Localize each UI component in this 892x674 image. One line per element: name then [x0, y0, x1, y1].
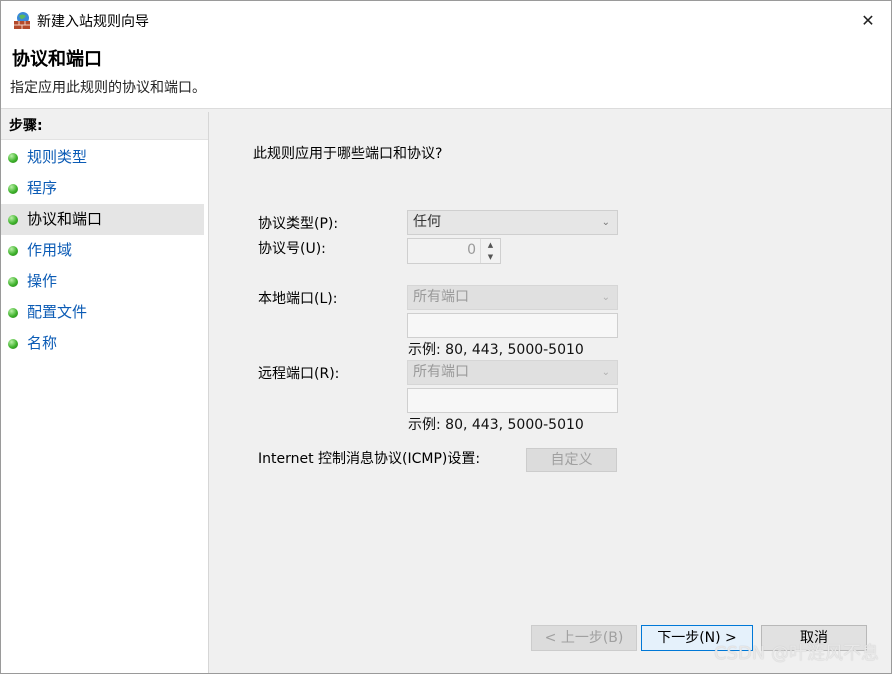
- chevron-down-icon[interactable]: ▼: [481, 251, 500, 263]
- local-port-example: 示例: 80, 443, 5000-5010: [408, 342, 584, 358]
- remote-port-label: 远程端口(R):: [258, 366, 340, 382]
- firewall-icon: [12, 10, 32, 30]
- remote-port-select[interactable]: 所有端口 ⌄: [407, 360, 618, 385]
- chevron-up-icon[interactable]: ▲: [481, 239, 500, 251]
- remote-port-example: 示例: 80, 443, 5000-5010: [408, 417, 584, 433]
- step-rule-type[interactable]: 规则类型: [1, 142, 204, 173]
- back-button[interactable]: < 上一步(B): [531, 625, 637, 651]
- protocol-number-value: 0: [467, 242, 476, 258]
- step-name[interactable]: 名称: [1, 328, 204, 359]
- protocol-type-select[interactable]: 任何 ⌄: [407, 210, 618, 235]
- icmp-settings-label: Internet 控制消息协议(ICMP)设置:: [258, 451, 481, 467]
- local-port-label: 本地端口(L):: [258, 291, 338, 307]
- protocol-number-stepper[interactable]: 0 ▲ ▼: [407, 238, 501, 264]
- step-protocol-and-ports[interactable]: 协议和端口: [1, 204, 204, 235]
- step-label: 操作: [27, 272, 58, 290]
- steps-title: 步骤:: [1, 112, 208, 140]
- step-label: 名称: [27, 334, 58, 352]
- step-label: 规则类型: [27, 148, 88, 166]
- title-bar: 新建入站规则向导 ✕: [1, 1, 891, 39]
- step-label: 作用域: [27, 241, 73, 259]
- stepper-arrows[interactable]: ▲ ▼: [480, 239, 500, 263]
- status-dot-icon: [8, 339, 18, 349]
- step-action[interactable]: 操作: [1, 266, 204, 297]
- status-dot-icon: [8, 184, 18, 194]
- remote-port-input[interactable]: [407, 388, 618, 413]
- wizard-window: 新建入站规则向导 ✕ 协议和端口 指定应用此规则的协议和端口。 步骤: 规则类型…: [0, 0, 892, 674]
- local-port-value: 所有端口: [413, 289, 469, 305]
- step-program[interactable]: 程序: [1, 173, 204, 204]
- icmp-customize-button[interactable]: 自定义: [526, 448, 617, 472]
- status-dot-icon: [8, 308, 18, 318]
- close-icon: ✕: [861, 10, 875, 30]
- step-label: 协议和端口: [27, 210, 103, 228]
- local-port-input[interactable]: [407, 313, 618, 338]
- remote-port-value: 所有端口: [413, 364, 469, 380]
- close-button[interactable]: ✕: [845, 1, 891, 39]
- step-label: 配置文件: [27, 303, 88, 321]
- page-header: 协议和端口 指定应用此规则的协议和端口。: [1, 39, 891, 109]
- window-title: 新建入站规则向导: [37, 14, 149, 30]
- local-port-select[interactable]: 所有端口 ⌄: [407, 285, 618, 310]
- status-dot-icon: [8, 153, 18, 163]
- page-title: 协议和端口: [12, 49, 102, 70]
- protocol-number-label: 协议号(U):: [258, 241, 326, 257]
- steps-sidebar: 步骤: 规则类型 程序 协议和端口 作用域 操作 配置文件 名称: [1, 112, 209, 673]
- watermark-text: CSDN @叶涟风不息: [713, 643, 879, 664]
- chevron-down-icon: ⌄: [601, 292, 610, 303]
- step-scope[interactable]: 作用域: [1, 235, 204, 266]
- main-content: 此规则应用于哪些端口和协议? 协议类型(P): 任何 ⌄ 协议号(U): 0 ▲…: [211, 112, 891, 673]
- status-dot-icon: [8, 277, 18, 287]
- protocol-type-value: 任何: [413, 214, 441, 230]
- page-description: 指定应用此规则的协议和端口。: [10, 80, 206, 96]
- protocol-type-label: 协议类型(P):: [258, 216, 339, 232]
- step-profile[interactable]: 配置文件: [1, 297, 204, 328]
- status-dot-icon: [8, 246, 18, 256]
- chevron-down-icon: ⌄: [601, 367, 610, 378]
- chevron-down-icon: ⌄: [601, 217, 610, 228]
- question-text: 此规则应用于哪些端口和协议?: [253, 146, 443, 162]
- step-label: 程序: [27, 179, 58, 197]
- status-dot-icon: [8, 215, 18, 225]
